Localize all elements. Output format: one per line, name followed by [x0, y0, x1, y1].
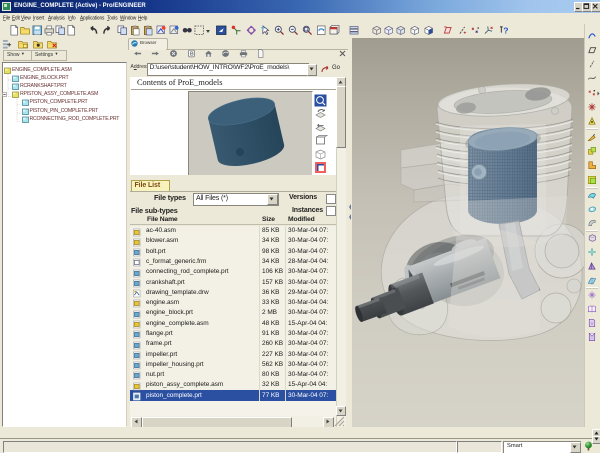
svg-text:B: B	[190, 51, 194, 57]
svg-text:?: ?	[503, 25, 508, 35]
